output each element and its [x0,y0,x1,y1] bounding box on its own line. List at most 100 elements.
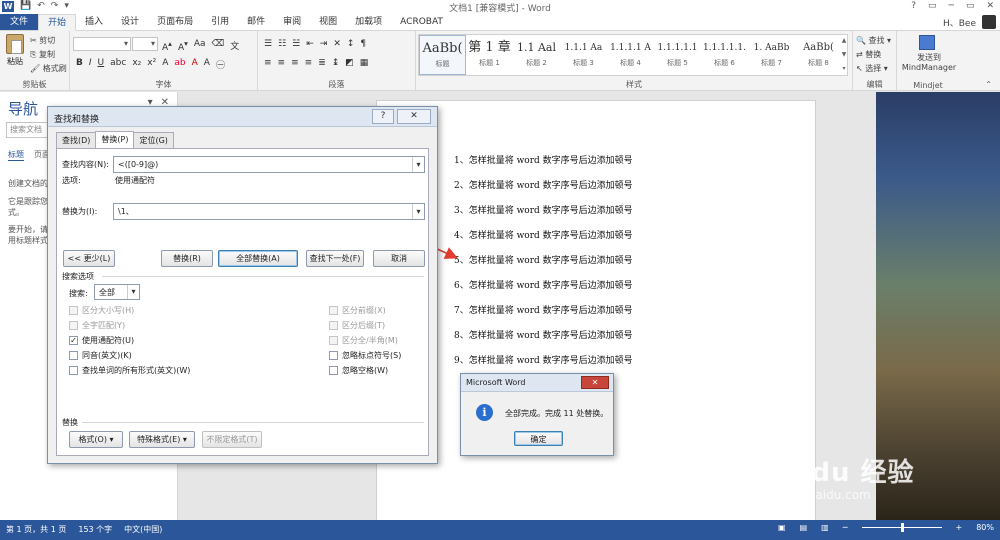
find-next-button[interactable]: 查找下一处(F) [306,250,364,267]
find-what-input[interactable]: <([0-9]@) ▾ [113,156,425,173]
tab-references[interactable]: 引用 [202,14,238,30]
ok-button[interactable]: 确定 [514,431,563,446]
send-to-mindmanager-button[interactable]: 发送到 MindManager [901,53,957,73]
line-spacing-button[interactable]: ↨ [332,58,340,68]
subscript-button[interactable]: x₂ [132,58,141,71]
clear-format-icon[interactable]: ⌫ [212,39,225,53]
zoom-out-button[interactable]: ─ [843,523,848,532]
document-line[interactable]: 3、怎样批量将 word 数字序号后边添加顿号 [454,203,633,216]
sounds-like-checkbox[interactable]: 同音(英文)(K) [69,350,132,361]
show-marks-button[interactable]: ¶ [360,39,366,49]
no-formatting-button[interactable]: 不限定格式(T) [202,431,262,448]
style-item[interactable]: 第 1 章标题 1 [466,35,513,75]
superscript-button[interactable]: x² [147,58,156,71]
strikethrough-button[interactable]: abc [110,58,126,71]
styles-scroll[interactable]: ▲ ▼ ▾ [840,34,848,76]
document-line[interactable]: 2、怎样批量将 word 数字序号后边添加顿号 [454,178,633,191]
grow-font-button[interactable]: A▴ [162,39,172,53]
style-item[interactable]: 1.1.1.1.1 标题 5 [654,35,701,75]
less-button[interactable]: << 更少(L) [63,250,115,267]
print-layout-icon[interactable]: ▤ [800,523,808,532]
tab-addins[interactable]: 加载项 [346,14,391,30]
maximize-button[interactable]: ▭ [966,0,975,13]
tab-replace[interactable]: 替换(P) [95,131,135,149]
ignore-whitespace-checkbox[interactable]: 忽略空格(W) [329,365,388,376]
page-count[interactable]: 第 1 页，共 1 页 [6,524,66,535]
italic-button[interactable]: I [89,58,92,71]
messagebox-title-bar[interactable]: Microsoft Word ✕ [461,374,613,392]
replace-one-button[interactable]: 替换(R) [161,250,213,267]
paste-button[interactable]: 粘贴 [4,34,26,67]
enclose-char-button[interactable]: ㊀ [216,58,225,71]
justify-button[interactable]: ≡ [305,58,313,68]
help-button[interactable]: ? [911,0,916,13]
replace-button[interactable]: ⇄ 替换 [856,49,881,60]
zoom-thumb[interactable] [900,523,904,532]
cut-button[interactable]: ✂ 剪切 [30,35,55,46]
tab-home[interactable]: 开始 [38,13,77,31]
format-painter-button[interactable]: 🖌 格式刷 [30,63,67,74]
cancel-button[interactable]: 取消 [373,250,425,267]
tab-review[interactable]: 审阅 [274,14,310,30]
word-count[interactable]: 153 个字 [78,524,112,535]
multilevel-list-button[interactable]: ☱ [292,39,300,49]
document-line[interactable]: 4、怎样批量将 word 数字序号后边添加顿号 [454,228,633,241]
highlight-button[interactable]: ab [174,58,185,71]
style-item[interactable]: AaBb(标题 [419,35,466,75]
bullets-button[interactable]: ☰ [264,39,272,49]
search-direction-select[interactable]: 全部 ▾ [94,284,140,300]
minimize-button[interactable]: ─ [949,0,954,13]
document-line[interactable]: 6、怎样批量将 word 数字序号后边添加顿号 [454,278,633,291]
style-item[interactable]: 1.1.1 Aa 标题 3 [560,35,607,75]
select-button[interactable]: ↖ 选择 ▾ [856,63,888,74]
tab-acrobat[interactable]: ACROBAT [391,14,452,30]
close-window-button[interactable]: ✕ [986,0,994,13]
tab-mailings[interactable]: 邮件 [238,14,274,30]
dialog-title-bar[interactable]: 查找和替换 ? ✕ [48,107,437,127]
shading-button[interactable]: ◩ [345,58,354,68]
messagebox-close-button[interactable]: ✕ [581,376,609,389]
char-shading-button[interactable]: A [204,58,210,71]
language[interactable]: 中文(中国) [124,524,162,535]
document-page[interactable]: 1、怎样批量将 word 数字序号后边添加顿号 2、怎样批量将 word 数字序… [376,100,816,530]
chevron-down-icon[interactable]: ▾ [412,204,424,219]
collapse-ribbon-icon[interactable]: ⌃ [985,80,992,89]
borders-button[interactable]: ▦ [360,58,369,68]
dialog-close-button[interactable]: ✕ [397,109,431,124]
tab-insert[interactable]: 插入 [76,14,112,30]
bold-button[interactable]: B [76,58,83,71]
find-button[interactable]: 🔍 查找 ▾ [856,35,891,46]
sort-button[interactable]: ↕ [347,39,355,49]
tab-file[interactable]: 文件 [0,14,39,30]
nav-tab-headings[interactable]: 标题 [8,149,24,161]
ribbon-display-button[interactable]: ▭ [928,0,937,13]
special-format-button[interactable]: 特殊格式(E) ▾ [129,431,195,448]
read-mode-icon[interactable]: ▣ [778,523,786,532]
document-line[interactable]: 1、怎样批量将 word 数字序号后边添加顿号 [454,153,633,166]
document-line[interactable]: 9、怎样批量将 word 数字序号后边添加顿号 [454,353,633,366]
web-layout-icon[interactable]: ▥ [821,523,829,532]
increase-indent-button[interactable]: ⇥ [320,39,328,49]
replace-with-input[interactable]: \1、 ▾ [113,203,425,220]
chevron-down-icon[interactable]: ▾ [412,157,424,172]
dialog-help-button[interactable]: ? [372,109,394,124]
document-line[interactable]: 8、怎样批量将 word 数字序号后边添加顿号 [454,328,633,341]
user-account[interactable]: H、Bee [943,15,996,29]
chinese-layout-button[interactable]: ✕ [333,39,341,49]
change-case-button[interactable]: Aa [194,39,206,53]
phonetic-guide-button[interactable]: 文 [230,39,239,53]
tab-layout[interactable]: 页面布局 [148,14,202,30]
copy-button[interactable]: ⎘ 复制 [30,49,55,60]
tab-design[interactable]: 设计 [112,14,148,30]
tab-view[interactable]: 视图 [310,14,346,30]
align-center-button[interactable]: ≡ [278,58,286,68]
underline-button[interactable]: U [98,58,105,71]
numbering-button[interactable]: ☷ [278,39,286,49]
align-right-button[interactable]: ≡ [291,58,299,68]
distributed-button[interactable]: ≣ [318,58,326,68]
format-button[interactable]: 格式(O) ▾ [69,431,123,448]
font-name-combo[interactable] [73,37,131,51]
style-item[interactable]: 1.1.1.1.1. 标题 6 [701,35,748,75]
text-effects-button[interactable]: A [162,58,168,71]
zoom-slider[interactable] [861,523,942,532]
